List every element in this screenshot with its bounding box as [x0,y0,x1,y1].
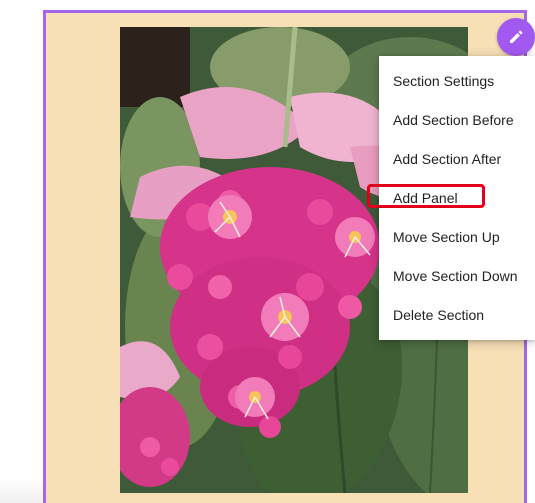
menu-item-move-section-down[interactable]: Move Section Down [379,257,535,296]
page-edge [0,478,43,503]
menu-item-delete-section[interactable]: Delete Section [379,296,535,335]
menu-item-add-section-before[interactable]: Add Section Before [379,101,535,140]
menu-item-section-settings[interactable]: Section Settings [379,62,535,101]
menu-item-add-panel[interactable]: Add Panel [367,179,535,218]
section-context-menu: Section Settings Add Section Before Add … [367,56,535,340]
menu-item-add-section-after[interactable]: Add Section After [379,140,535,179]
pencil-icon [508,29,524,45]
edit-section-button[interactable] [497,18,535,56]
menu-item-move-section-up[interactable]: Move Section Up [379,218,535,257]
